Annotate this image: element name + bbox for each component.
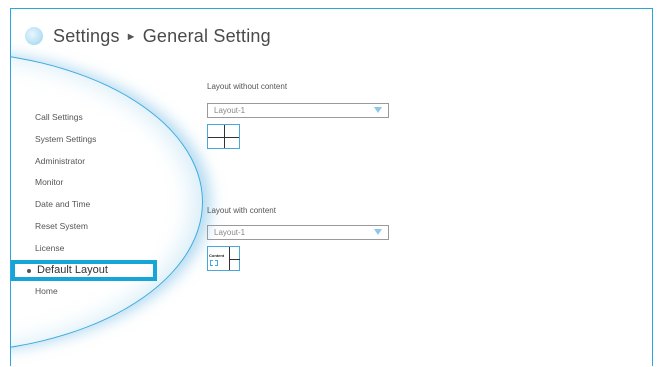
preview-divider xyxy=(229,259,240,260)
layout-with-content-label: Layout with content xyxy=(207,206,276,215)
chevron-down-icon xyxy=(374,229,382,235)
selected-value: Layout-1 xyxy=(214,228,246,237)
layout-with-content-preview[interactable]: Content xyxy=(207,246,240,271)
breadcrumb-arrow-icon: ► xyxy=(125,30,137,43)
page-title: Settings ► General Setting xyxy=(53,26,271,47)
content-placeholder-icon xyxy=(210,260,218,266)
bullet-icon xyxy=(27,268,31,273)
gear-icon xyxy=(25,27,43,45)
sidebar-item-license[interactable]: License xyxy=(11,238,171,260)
layout-without-content-select[interactable]: Layout-1 xyxy=(207,103,389,118)
title-settings: Settings xyxy=(53,25,120,46)
content-tag: Content xyxy=(209,253,225,258)
sidebar-item-call-settings[interactable]: Call Settings xyxy=(11,107,171,129)
sidebar-item-system-settings[interactable]: System Settings xyxy=(11,129,171,151)
title-general-setting: General Setting xyxy=(142,25,271,46)
sidebar-item-administrator[interactable]: Administrator xyxy=(11,151,171,173)
preview-divider xyxy=(208,136,239,138)
sidebar-item-monitor[interactable]: Monitor xyxy=(11,172,171,194)
chevron-down-icon xyxy=(374,107,382,113)
sidebar-item-default-layout[interactable]: Default Layout xyxy=(11,259,171,282)
sidebar-item-label: Default Layout xyxy=(37,263,108,276)
layout-with-content-select[interactable]: Layout-1 xyxy=(207,225,389,240)
sidebar-item-date-and-time[interactable]: Date and Time xyxy=(11,194,171,216)
page-header: Settings ► General Setting xyxy=(25,21,271,51)
app-window: Settings ► General Setting Call Settings S… xyxy=(10,8,653,366)
selected-value: Layout-1 xyxy=(214,106,246,115)
sidebar-item-reset-system[interactable]: Reset System xyxy=(11,216,171,238)
sidebar-menu: Call Settings System Settings Administra… xyxy=(11,107,171,303)
sidebar-item-home[interactable]: Home xyxy=(11,281,171,303)
layout-without-content-preview[interactable] xyxy=(207,124,240,149)
layout-without-content-label: Layout without content xyxy=(207,82,288,91)
